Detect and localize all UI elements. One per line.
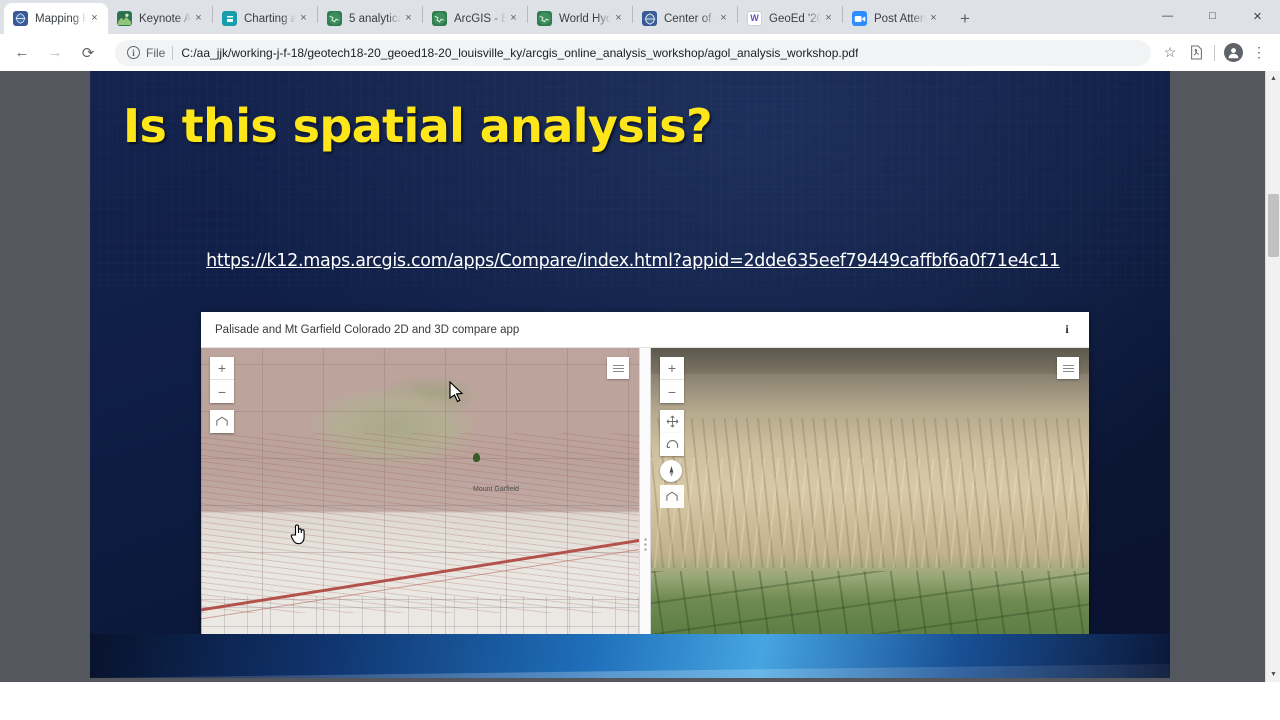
tab-close-icon[interactable]: × [611, 11, 626, 26]
browser-toolbar: ← → ⟳ i File C:/aa_jjk/working-j-f-18/ge… [0, 34, 1280, 71]
scroll-up-icon[interactable]: ▲ [1266, 71, 1280, 86]
url-text: C:/aa_jjk/working-j-f-18/geotech18-20_ge… [181, 46, 858, 60]
home-button-3d[interactable] [660, 485, 684, 508]
browser-tab-5[interactable]: World Hydro a × [528, 3, 632, 34]
compare-app-header: Palisade and Mt Garfield Colorado 2D and… [201, 312, 1089, 348]
close-window-button[interactable]: ✕ [1235, 0, 1280, 32]
browser-tab-2[interactable]: Charting a GIS × [213, 3, 317, 34]
url-scheme-label: File [146, 46, 165, 60]
pan-button-3d[interactable] [660, 410, 684, 433]
legend-button-2d[interactable] [607, 357, 629, 379]
legend-button-3d[interactable] [1057, 357, 1079, 379]
globe-icon [642, 11, 657, 26]
tab-title: Center of Popu [664, 13, 716, 25]
forward-button: → [41, 39, 69, 67]
profile-avatar[interactable] [1220, 40, 1246, 66]
tab-title: Mapping Hour [35, 13, 87, 25]
compare-app-title: Palisade and Mt Garfield Colorado 2D and… [215, 324, 1059, 336]
zoom-out-button-3d[interactable]: − [660, 380, 684, 403]
tab-title: Keynote Addre [139, 13, 191, 25]
map-panel-2d[interactable]: Mount Garfield + − 2D map [201, 348, 639, 678]
browser-tab-6[interactable]: Center of Popu × [633, 3, 737, 34]
pdf-page-slide: Is this spatial analysis? https://k12.ma… [90, 71, 1170, 678]
browser-window: Mapping Hour × Keynote Addre × Charting … [0, 0, 1280, 682]
pdf-extension-icon[interactable] [1183, 40, 1209, 66]
map-peak-marker [473, 453, 480, 462]
zoom-out-button-2d[interactable]: − [210, 380, 234, 403]
bookmark-star-icon[interactable]: ☆ [1157, 40, 1183, 66]
divider-grip-icon [644, 537, 647, 553]
pdf-scrollbar[interactable]: ▲ ▼ [1265, 71, 1280, 682]
zoom-controls-2d: + − [210, 357, 234, 403]
tab-title: World Hydro a [559, 13, 611, 25]
pdf-scrollbar-thumb[interactable] [1268, 194, 1279, 257]
browser-tab-4[interactable]: ArcGIS - Explo × [423, 3, 527, 34]
browser-menu-button[interactable]: ⋮ [1246, 40, 1272, 66]
video-icon [852, 11, 867, 26]
image-icon [117, 11, 132, 26]
globe-icon [13, 11, 28, 26]
tab-close-icon[interactable]: × [296, 11, 311, 26]
slide-title: Is this spatial analysis? [123, 99, 712, 153]
tab-close-icon[interactable]: × [191, 11, 206, 26]
tab-close-icon[interactable]: × [716, 11, 731, 26]
tab-close-icon[interactable]: × [821, 11, 836, 26]
new-tab-button[interactable]: + [951, 4, 979, 32]
omnibox-divider [172, 46, 173, 60]
tab-title: ArcGIS - Explo [454, 13, 506, 25]
scene-ridge-highlights [651, 458, 1089, 568]
tab-close-icon[interactable]: × [87, 11, 102, 26]
info-icon[interactable]: i [1059, 322, 1075, 338]
slide-footer-decoration [90, 634, 1170, 678]
back-button[interactable]: ← [8, 39, 36, 67]
tab-title: GeoEd '20 - G [769, 13, 821, 25]
browser-tab-3[interactable]: 5 analytical to × [318, 3, 422, 34]
profile-avatar-icon [1224, 43, 1243, 62]
compare-app-screenshot: Palisade and Mt Garfield Colorado 2D and… [201, 312, 1089, 678]
globe-icon [537, 11, 552, 26]
browser-tab-8[interactable]: Post Attendee × [843, 3, 947, 34]
tab-strip: Mapping Hour × Keynote Addre × Charting … [0, 0, 1280, 34]
toolbar-divider [1214, 45, 1215, 61]
globe-icon [327, 11, 342, 26]
scene-horizon [651, 348, 1089, 374]
map-peak-label: Mount Garfield [473, 486, 519, 494]
info-circle-icon[interactable]: i [127, 46, 140, 59]
minimize-button[interactable]: — [1145, 0, 1190, 32]
home-button-2d[interactable] [210, 410, 234, 433]
browser-tab-7[interactable]: W GeoEd '20 - G × [738, 3, 842, 34]
tab-close-icon[interactable]: × [401, 11, 416, 26]
globe-icon [432, 11, 447, 26]
zoom-controls-3d: + − [660, 357, 684, 403]
w-icon: W [747, 11, 762, 26]
browser-tab-0[interactable]: Mapping Hour × [4, 3, 108, 34]
tab-title: 5 analytical to [349, 13, 401, 25]
scroll-down-icon[interactable]: ▼ [1266, 667, 1280, 682]
tab-close-icon[interactable]: × [926, 11, 941, 26]
slide-hyperlink[interactable]: https://k12.maps.arcgis.com/apps/Compare… [190, 251, 1076, 271]
browser-tab-1[interactable]: Keynote Addre × [108, 3, 212, 34]
map-contour-lines [201, 433, 639, 613]
address-bar[interactable]: i File C:/aa_jjk/working-j-f-18/geotech1… [115, 40, 1151, 66]
pdf-viewer: Is this spatial analysis? https://k12.ma… [0, 71, 1280, 682]
maximize-button[interactable]: □ [1190, 0, 1235, 32]
tab-title: Post Attendee [874, 13, 926, 25]
zoom-in-button-3d[interactable]: + [660, 357, 684, 380]
window-controls: — □ ✕ [1145, 0, 1280, 32]
reload-button[interactable]: ⟳ [74, 39, 102, 67]
panel-divider-handle[interactable] [639, 348, 651, 678]
map-panel-3d[interactable]: + − [651, 348, 1089, 678]
doc-icon [222, 11, 237, 26]
rotate-button-3d[interactable] [660, 433, 684, 456]
zoom-in-button-2d[interactable]: + [210, 357, 234, 380]
tab-title: Charting a GIS [244, 13, 296, 25]
compass-icon[interactable] [660, 460, 682, 482]
tab-close-icon[interactable]: × [506, 11, 521, 26]
